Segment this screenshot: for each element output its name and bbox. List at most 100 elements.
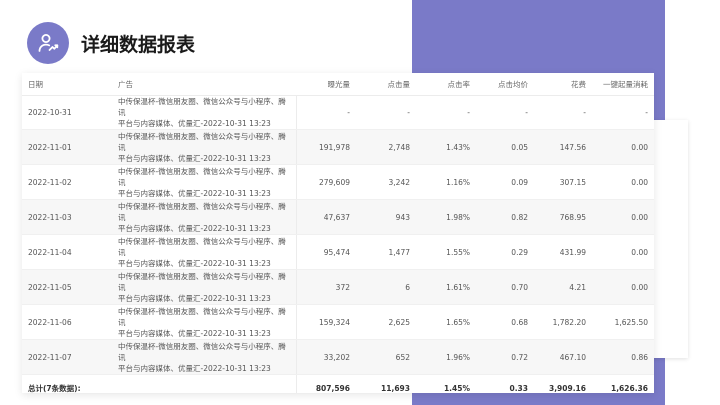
ad-line-2: 平台与内容媒体、优量汇-2022-10-31 13:23 xyxy=(118,363,271,373)
cell-ctr: 1.16% xyxy=(416,164,476,200)
ad-line-2: 平台与内容媒体、优量汇-2022-10-31 13:23 xyxy=(118,119,271,128)
cell-cost: 307.15 xyxy=(534,164,592,200)
cell-quick-boost: 0.86 xyxy=(592,339,654,375)
total-clicks: 11,693 xyxy=(356,374,416,393)
ad-line-1: 中传保温杯-微信朋友圈、微信公众号与小程序、腾讯 xyxy=(118,97,286,117)
cell-ad: 中传保温杯-微信朋友圈、微信公众号与小程序、腾讯 平台与内容媒体、优量汇-2022… xyxy=(112,269,296,305)
cell-quick-boost: 0.00 xyxy=(592,234,654,270)
ad-line-2: 平台与内容媒体、优量汇-2022-10-31 13:23 xyxy=(118,153,271,163)
cell-ctr: - xyxy=(416,95,476,130)
cell-date: 2022-10-31 xyxy=(22,95,112,130)
cell-quick-boost: 0.00 xyxy=(592,129,654,165)
column-header-impressions[interactable]: 曝光量 xyxy=(296,73,356,96)
table-row: 2022-11-07 中传保温杯-微信朋友圈、微信公众号与小程序、腾讯 平台与内容… xyxy=(22,339,654,375)
column-header-ad[interactable]: 广告 xyxy=(112,73,296,96)
table-row: 2022-11-02 中传保温杯-微信朋友圈、微信公众号与小程序、腾讯 平台与内容… xyxy=(22,164,654,200)
cell-impressions: 95,474 xyxy=(295,234,356,270)
cell-impressions: 372 xyxy=(295,269,356,305)
cell-cost: 431.99 xyxy=(534,234,592,270)
cell-ad: 中传保温杯-微信朋友圈、微信公众号与小程序、腾讯 平台与内容媒体、优量汇-2022… xyxy=(112,304,296,340)
table-row: 2022-11-06 中传保温杯-微信朋友圈、微信公众号与小程序、腾讯 平台与内容… xyxy=(22,304,654,340)
cell-date: 2022-11-03 xyxy=(22,199,112,235)
total-ctr: 1.45% xyxy=(416,374,476,393)
cell-cpc: 0.29 xyxy=(476,234,534,270)
report-table-container: 日期 广告 曝光量 点击量 点击率 点击均价 花费 一键起量消耗 2022-10… xyxy=(22,73,654,393)
total-row: 总计(7条数据): 807,596 11,693 1.45% 0.33 3,90… xyxy=(22,374,654,393)
page-title: 详细数据报表 xyxy=(81,33,196,56)
ad-line-1: 中传保温杯-微信朋友圈、微信公众号与小程序、腾讯 xyxy=(118,341,286,362)
column-header-quick-boost[interactable]: 一键起量消耗 xyxy=(592,73,654,96)
ad-line-1: 中传保温杯-微信朋友圈、微信公众号与小程序、腾讯 xyxy=(118,271,286,292)
cell-date: 2022-11-05 xyxy=(22,269,112,305)
column-header-cpc[interactable]: 点击均价 xyxy=(476,73,534,96)
cell-clicks: 2,748 xyxy=(356,129,416,165)
cell-clicks: 1,477 xyxy=(356,234,416,270)
cell-ad: 中传保温杯-微信朋友圈、微信公众号与小程序、腾讯 平台与内容媒体、优量汇-2022… xyxy=(112,339,296,375)
cell-ctr: 1.96% xyxy=(416,339,476,375)
column-header-ctr[interactable]: 点击率 xyxy=(416,73,476,96)
cell-cpc: 0.70 xyxy=(476,269,534,305)
table-row: 2022-10-31 中传保温杯-微信朋友圈、微信公众号与小程序、腾讯平台与内容… xyxy=(22,95,654,130)
cell-ctr: 1.61% xyxy=(416,269,476,305)
cell-impressions: 47,637 xyxy=(295,199,356,235)
ad-line-2: 平台与内容媒体、优量汇-2022-10-31 13:23 xyxy=(118,328,271,338)
cell-date: 2022-11-06 xyxy=(22,304,112,340)
ad-line-1: 中传保温杯-微信朋友圈、微信公众号与小程序、腾讯 xyxy=(118,306,286,327)
table-row: 2022-11-01 中传保温杯-微信朋友圈、微信公众号与小程序、腾讯 平台与内容… xyxy=(22,129,654,165)
cell-cost: 4.21 xyxy=(534,269,592,305)
cell-cpc: 0.09 xyxy=(476,164,534,200)
cell-impressions: 191,978 xyxy=(295,129,356,165)
cell-cpc: - xyxy=(476,95,534,130)
table-row: 2022-11-05 中传保温杯-微信朋友圈、微信公众号与小程序、腾讯 平台与内容… xyxy=(22,269,654,305)
column-header-cost[interactable]: 花费 xyxy=(534,73,592,96)
column-header-date[interactable]: 日期 xyxy=(22,73,112,96)
ad-line-2: 平台与内容媒体、优量汇-2022-10-31 13:23 xyxy=(118,188,271,198)
cell-cpc: 0.05 xyxy=(476,129,534,165)
cell-clicks: 3,242 xyxy=(356,164,416,200)
column-header-clicks[interactable]: 点击量 xyxy=(356,73,416,96)
cell-quick-boost: 0.00 xyxy=(592,199,654,235)
cell-impressions: 279,609 xyxy=(295,164,356,200)
cell-date: 2022-11-07 xyxy=(22,339,112,375)
cell-cpc: 0.82 xyxy=(476,199,534,235)
cell-ctr: 1.65% xyxy=(416,304,476,340)
cell-cost: 768.95 xyxy=(534,199,592,235)
table-row: 2022-11-03 中传保温杯-微信朋友圈、微信公众号与小程序、腾讯 平台与内容… xyxy=(22,199,654,235)
ad-line-2: 平台与内容媒体、优量汇-2022-10-31 13:23 xyxy=(118,258,271,268)
cell-quick-boost: 0.00 xyxy=(592,269,654,305)
cell-impressions: 33,202 xyxy=(295,339,356,375)
cell-date: 2022-11-02 xyxy=(22,164,112,200)
ad-line-1: 中传保温杯-微信朋友圈、微信公众号与小程序、腾讯 xyxy=(118,201,286,222)
cell-quick-boost: 0.00 xyxy=(592,164,654,200)
cell-cpc: 0.72 xyxy=(476,339,534,375)
cell-clicks: 943 xyxy=(356,199,416,235)
cell-cost: 147.56 xyxy=(534,129,592,165)
table-row: 2022-11-04 中传保温杯-微信朋友圈、微信公众号与小程序、腾讯 平台与内容… xyxy=(22,234,654,270)
cell-ad: 中传保温杯-微信朋友圈、微信公众号与小程序、腾讯平台与内容媒体、优量汇-2022… xyxy=(112,95,296,130)
cell-date: 2022-11-04 xyxy=(22,234,112,270)
cell-ctr: 1.43% xyxy=(416,129,476,165)
cell-ctr: 1.55% xyxy=(416,234,476,270)
cell-cost: 467.10 xyxy=(534,339,592,375)
total-label: 总计(7条数据): xyxy=(22,374,296,393)
cell-quick-boost: - xyxy=(592,95,654,130)
table-header-row: 日期 广告 曝光量 点击量 点击率 点击均价 花费 一键起量消耗 xyxy=(22,73,654,96)
cell-clicks: 652 xyxy=(356,339,416,375)
cell-clicks: - xyxy=(356,95,416,130)
report-table: 日期 广告 曝光量 点击量 点击率 点击均价 花费 一键起量消耗 2022-10… xyxy=(22,73,654,393)
cell-cost: 1,782.20 xyxy=(534,304,592,340)
cell-cost: - xyxy=(534,95,592,130)
cell-ad: 中传保温杯-微信朋友圈、微信公众号与小程序、腾讯 平台与内容媒体、优量汇-2022… xyxy=(112,234,296,270)
ad-line-2: 平台与内容媒体、优量汇-2022-10-31 13:23 xyxy=(118,293,271,303)
total-quick-boost: 1,626.36 xyxy=(592,374,654,393)
ad-line-1: 中传保温杯-微信朋友圈、微信公众号与小程序、腾讯 xyxy=(118,236,286,257)
cell-ad: 中传保温杯-微信朋友圈、微信公众号与小程序、腾讯 平台与内容媒体、优量汇-2022… xyxy=(112,164,296,200)
cell-clicks: 6 xyxy=(356,269,416,305)
page-header: 详细数据报表 xyxy=(27,22,195,64)
cell-quick-boost: 1,625.50 xyxy=(592,304,654,340)
cell-ad: 中传保温杯-微信朋友圈、微信公众号与小程序、腾讯 平台与内容媒体、优量汇-2022… xyxy=(112,129,296,165)
ad-line-2: 平台与内容媒体、优量汇-2022-10-31 13:23 xyxy=(118,223,271,233)
cell-ctr: 1.98% xyxy=(416,199,476,235)
total-cost: 3,909.16 xyxy=(534,374,592,393)
cell-impressions: 159,324 xyxy=(295,304,356,340)
